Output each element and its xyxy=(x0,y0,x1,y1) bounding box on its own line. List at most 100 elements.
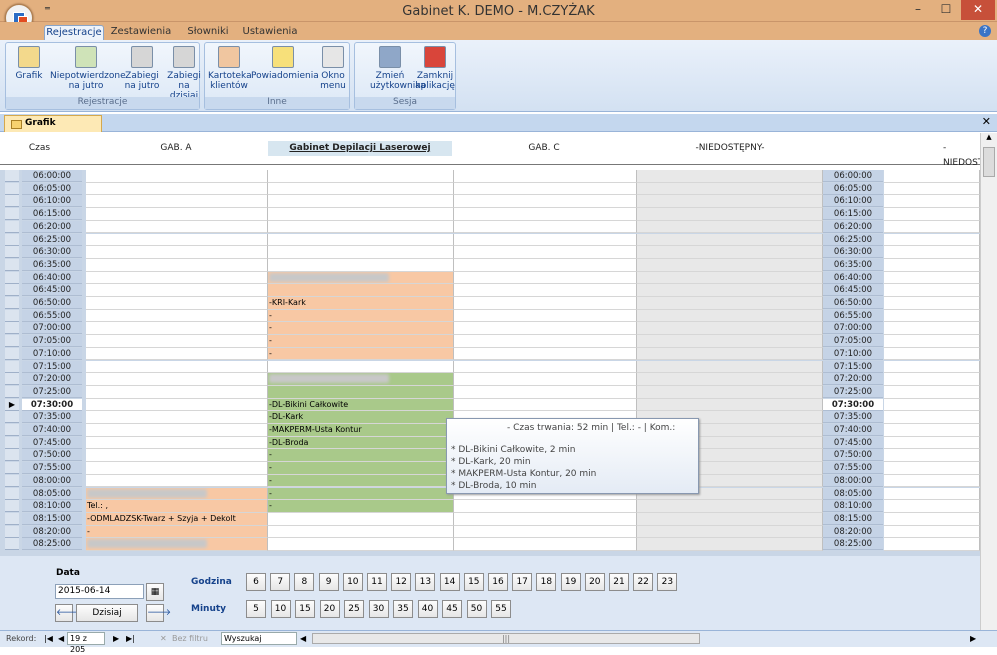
schedule-cell[interactable] xyxy=(86,436,268,450)
hour-button-14[interactable]: 14 xyxy=(439,573,460,591)
hour-button-22[interactable]: 22 xyxy=(633,573,654,591)
row-selector[interactable] xyxy=(5,195,19,208)
hour-button-10[interactable]: 10 xyxy=(342,573,363,591)
time-cell-right[interactable]: 06:40:00 xyxy=(823,271,883,284)
schedule-cell[interactable] xyxy=(86,347,268,361)
row-selector[interactable] xyxy=(5,322,19,335)
hour-button-13[interactable]: 13 xyxy=(415,573,436,591)
last-record-icon[interactable]: ▶| xyxy=(126,631,135,646)
schedule-cell[interactable] xyxy=(86,233,268,247)
row-selector[interactable] xyxy=(5,347,19,360)
appointment-cell[interactable]: - xyxy=(268,500,454,513)
row-selector[interactable] xyxy=(5,271,19,284)
time-cell-left[interactable]: 07:40:00 xyxy=(22,424,82,436)
schedule-cell[interactable] xyxy=(637,398,823,412)
ribbon-button-2-1[interactable]: Zamknij aplikację xyxy=(415,46,455,91)
row-selector[interactable] xyxy=(5,424,19,436)
schedule-cell[interactable] xyxy=(454,512,637,526)
row-selector[interactable] xyxy=(5,538,19,551)
time-cell-right[interactable]: 08:15:00 xyxy=(823,512,883,525)
time-cell-left[interactable]: 07:15:00 xyxy=(22,360,82,373)
time-cell-left[interactable]: 06:40:00 xyxy=(22,271,82,284)
schedule-cell[interactable] xyxy=(884,170,980,183)
hour-button-23[interactable]: 23 xyxy=(657,573,678,591)
hour-button-7[interactable]: 7 xyxy=(270,573,291,591)
schedule-cell[interactable] xyxy=(454,385,637,399)
row-selector[interactable]: ▶ xyxy=(5,398,19,411)
time-cell-left[interactable]: 06:35:00 xyxy=(22,258,82,271)
schedule-cell[interactable] xyxy=(884,233,980,247)
time-cell-right[interactable]: 07:00:00 xyxy=(823,322,883,335)
time-cell-right[interactable]: 07:35:00 xyxy=(823,411,883,424)
time-cell-right[interactable]: 06:45:00 xyxy=(823,284,883,297)
schedule-cell[interactable] xyxy=(86,309,268,323)
time-cell-left[interactable]: 07:00:00 xyxy=(22,322,82,335)
hour-button-9[interactable]: 9 xyxy=(318,573,339,591)
schedule-cell[interactable] xyxy=(637,335,823,348)
time-cell-right[interactable]: 06:50:00 xyxy=(823,297,883,309)
row-selector[interactable] xyxy=(5,525,19,538)
time-cell-left[interactable]: 06:10:00 xyxy=(22,195,82,208)
schedule-cell[interactable] xyxy=(884,436,980,450)
row-selector[interactable] xyxy=(5,233,19,246)
minute-button-10[interactable]: 10 xyxy=(270,600,291,618)
schedule-cell[interactable] xyxy=(884,538,980,551)
time-cell-left[interactable]: 06:50:00 xyxy=(22,297,82,309)
time-cell-right[interactable]: 08:25:00 xyxy=(823,538,883,551)
schedule-cell[interactable] xyxy=(884,500,980,513)
time-cell-right[interactable]: 07:20:00 xyxy=(823,373,883,386)
hour-button-19[interactable]: 19 xyxy=(560,573,581,591)
schedule-cell[interactable] xyxy=(454,258,637,272)
schedule-cell[interactable] xyxy=(637,170,823,183)
hscroll-thumb[interactable]: ||| xyxy=(312,633,700,644)
time-cell-left[interactable]: 08:00:00 xyxy=(22,474,82,487)
schedule-cell[interactable] xyxy=(637,195,823,209)
schedule-cell[interactable] xyxy=(268,512,454,526)
appointment-cell[interactable]: - xyxy=(268,474,454,488)
tab-grafik-rejestracji[interactable]: Grafik rejestracji xyxy=(4,115,102,143)
row-selector[interactable] xyxy=(5,258,19,271)
today-button[interactable]: Dzisiaj xyxy=(76,604,138,622)
tab-rejestracje[interactable]: Rejestracje xyxy=(44,25,104,41)
row-selector[interactable] xyxy=(5,335,19,348)
schedule-cell[interactable] xyxy=(454,525,637,539)
time-cell-right[interactable]: 07:25:00 xyxy=(823,385,883,398)
schedule-cell[interactable] xyxy=(637,500,823,513)
schedule-cell[interactable] xyxy=(637,538,823,551)
appointment-cell[interactable]: -DL-Kark xyxy=(268,411,454,424)
appointment-cell[interactable]: - xyxy=(268,347,454,361)
schedule-cell[interactable] xyxy=(86,220,268,234)
schedule-cell[interactable] xyxy=(637,385,823,399)
time-cell-right[interactable]: 06:10:00 xyxy=(823,195,883,208)
search-field[interactable]: Wyszukaj xyxy=(221,632,297,645)
schedule-cell[interactable] xyxy=(86,284,268,297)
next-record-icon[interactable]: ▶ xyxy=(113,631,119,646)
appointment-cell[interactable]: - xyxy=(86,525,268,539)
schedule-cell[interactable] xyxy=(884,335,980,348)
row-selector[interactable] xyxy=(5,220,19,233)
minute-button-15[interactable]: 15 xyxy=(295,600,315,618)
schedule-cell[interactable] xyxy=(268,170,454,183)
row-selector[interactable] xyxy=(5,297,19,309)
schedule-cell[interactable] xyxy=(86,322,268,336)
time-cell-left[interactable]: 06:55:00 xyxy=(22,309,82,322)
hour-button-18[interactable]: 18 xyxy=(536,573,557,591)
schedule-cell[interactable] xyxy=(268,220,454,234)
ribbon-button-0-0[interactable]: Grafik xyxy=(14,46,44,81)
schedule-cell[interactable] xyxy=(268,182,454,196)
schedule-cell[interactable] xyxy=(454,398,637,412)
ribbon-button-2-0[interactable]: Zmień użytkownika xyxy=(370,46,426,91)
schedule-cell[interactable] xyxy=(884,398,980,412)
hour-button-16[interactable]: 16 xyxy=(488,573,508,591)
schedule-cell[interactable] xyxy=(637,373,823,386)
hour-button-17[interactable]: 17 xyxy=(512,573,533,591)
schedule-cell[interactable] xyxy=(454,195,637,209)
hour-button-20[interactable]: 20 xyxy=(584,573,605,591)
hour-button-21[interactable]: 21 xyxy=(609,573,629,591)
schedule-cell[interactable] xyxy=(86,258,268,272)
appointment-cell[interactable]: -DL-Broda xyxy=(268,436,454,450)
schedule-cell[interactable] xyxy=(268,246,454,259)
ribbon-button-1-1[interactable]: Powiadomienia xyxy=(251,46,319,81)
row-selector[interactable] xyxy=(5,170,19,182)
time-cell-right[interactable]: 08:05:00 xyxy=(823,487,883,500)
